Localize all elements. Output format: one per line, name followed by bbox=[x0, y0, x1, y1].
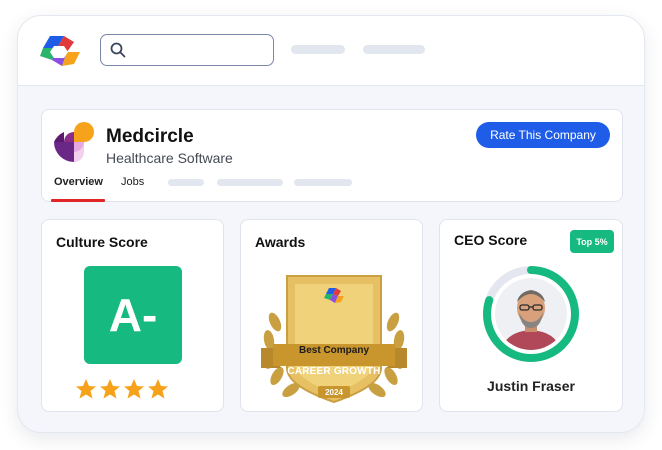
tab-overview[interactable]: Overview bbox=[54, 176, 103, 188]
placeholder-nav-pill bbox=[291, 45, 345, 54]
top-percent-badge: Top 5% bbox=[570, 230, 614, 253]
award-year: 2024 bbox=[325, 388, 343, 397]
search-icon bbox=[110, 42, 126, 58]
star-rating bbox=[76, 379, 190, 399]
app-logo-icon[interactable] bbox=[40, 32, 82, 70]
placeholder-tab-pill bbox=[294, 179, 352, 186]
award-category: CAREER GROWTH bbox=[287, 366, 381, 377]
ceo-name: Justin Fraser bbox=[487, 378, 575, 394]
star-icon bbox=[76, 379, 96, 399]
award-badge: Best Company CAREER GROWTH 2024 bbox=[257, 264, 411, 404]
company-category: Healthcare Software bbox=[106, 150, 233, 166]
ceo-score-ring bbox=[483, 266, 579, 362]
rate-company-button[interactable]: Rate This Company bbox=[476, 122, 610, 148]
search-input[interactable] bbox=[100, 34, 274, 66]
ceo-score-title: CEO Score bbox=[454, 232, 528, 248]
medcircle-logo-icon bbox=[54, 122, 94, 162]
culture-score-title: Culture Score bbox=[56, 234, 148, 250]
ceo-score-card: CEO Score Top 5% Justin Fraser bbox=[439, 219, 623, 412]
star-icon bbox=[124, 379, 144, 399]
placeholder-tab-pill bbox=[217, 179, 283, 186]
laurel-shield-icon bbox=[261, 275, 407, 404]
top-bar bbox=[18, 16, 644, 86]
half-star-icon bbox=[170, 379, 190, 399]
app-window: Medcircle Healthcare Software Rate This … bbox=[17, 15, 645, 433]
culture-score-card: Culture Score A- bbox=[41, 219, 224, 412]
awards-title: Awards bbox=[255, 234, 306, 250]
company-name: Medcircle bbox=[106, 126, 194, 147]
culture-grade-badge: A- bbox=[84, 266, 182, 364]
placeholder-nav-pill bbox=[363, 45, 425, 54]
culture-grade: A- bbox=[108, 289, 158, 341]
star-icon bbox=[100, 379, 120, 399]
tab-jobs[interactable]: Jobs bbox=[121, 176, 144, 188]
top-percent-label: Top 5% bbox=[576, 236, 608, 247]
company-header-card: Medcircle Healthcare Software Rate This … bbox=[41, 109, 623, 202]
ceo-avatar bbox=[495, 278, 567, 350]
star-icon bbox=[148, 379, 168, 399]
placeholder-tab-pill bbox=[168, 179, 204, 186]
award-title: Best Company bbox=[298, 345, 369, 356]
awards-card: Awards Best Company CAREER GROWTH 2024 bbox=[240, 219, 423, 412]
active-tab-indicator bbox=[51, 199, 105, 202]
